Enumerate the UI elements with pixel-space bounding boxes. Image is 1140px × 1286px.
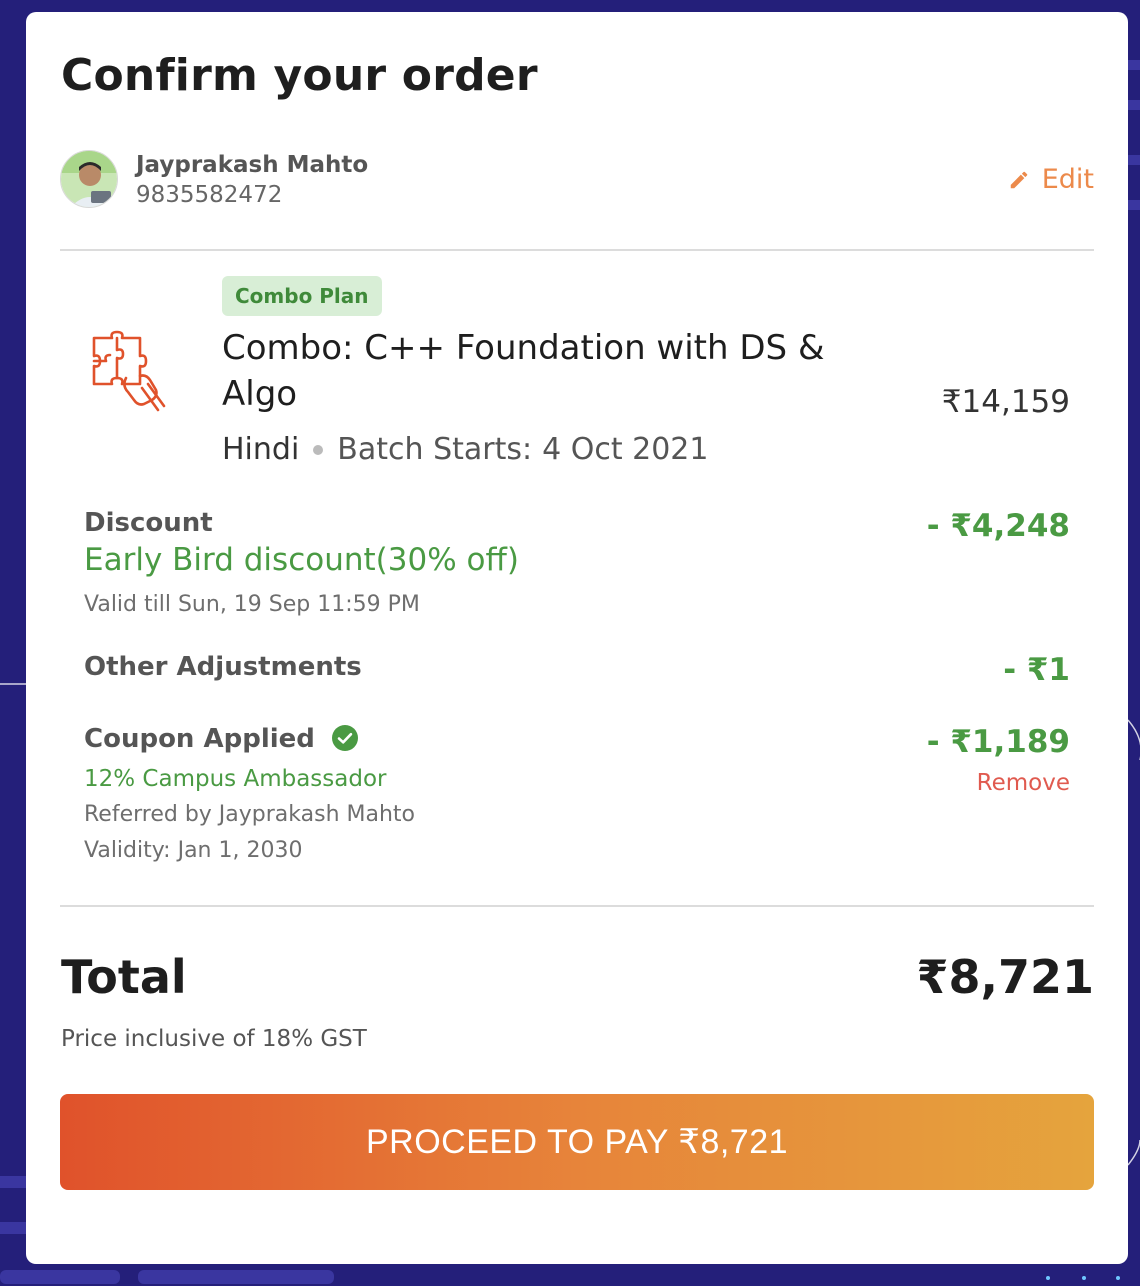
discount-amount: - ₹4,248 <box>926 508 1070 544</box>
batch-date: 4 Oct 2021 <box>542 432 709 467</box>
avatar <box>60 150 118 208</box>
discount-label: Discount <box>84 508 213 538</box>
coupon-amount: - ₹1,189 <box>926 724 1070 760</box>
divider <box>60 905 1094 907</box>
proceed-to-pay-button[interactable]: PROCEED TO PAY ₹8,721 <box>60 1094 1094 1190</box>
coupon-validity: Validity: Jan 1, 2030 <box>84 838 303 863</box>
coupon-referrer: Referred by Jayprakash Mahto <box>84 802 416 827</box>
course-price: ₹14,159 <box>941 384 1070 420</box>
coupon-label: Coupon Applied <box>84 724 315 754</box>
separator-dot <box>313 444 324 455</box>
pencil-icon <box>1010 171 1027 188</box>
user-phone: 9835582472 <box>136 182 283 208</box>
order-confirmation-card: Confirm your order Jayprakash Mahto 9835… <box>26 12 1128 1264</box>
puzzle-icon <box>92 330 166 412</box>
avatar-image <box>61 151 117 207</box>
user-info-row: Jayprakash Mahto 9835582472 Edit <box>60 150 1094 212</box>
adjustments-amount: - ₹1 <box>1003 652 1070 688</box>
coupon-code: 12% Campus Ambassador <box>84 766 387 792</box>
divider <box>60 249 1094 251</box>
remove-coupon-link[interactable]: Remove <box>977 770 1070 796</box>
page-title: Confirm your order <box>61 50 538 101</box>
adjustments-label: Other Adjustments <box>84 652 362 682</box>
gst-note: Price inclusive of 18% GST <box>61 1026 367 1052</box>
total-label: Total <box>61 950 187 1004</box>
discount-name: Early Bird discount(30% off) <box>84 542 519 578</box>
course-title: Combo: C++ Foundation with DS & Algo <box>222 328 825 414</box>
course-meta: Hindi Batch Starts: 4 Oct 2021 <box>222 432 708 467</box>
plan-badge: Combo Plan <box>222 276 382 316</box>
edit-button[interactable]: Edit <box>1008 164 1094 195</box>
user-name: Jayprakash Mahto <box>136 152 369 178</box>
batch-label: Batch Starts: <box>337 432 533 467</box>
coupon-label-row: Coupon Applied <box>84 724 358 754</box>
discount-validity: Valid till Sun, 19 Sep 11:59 PM <box>84 592 420 617</box>
edit-label: Edit <box>1041 164 1094 195</box>
total-amount: ₹8,721 <box>916 950 1094 1004</box>
course-language: Hindi <box>222 432 300 467</box>
check-circle-icon <box>331 724 358 751</box>
